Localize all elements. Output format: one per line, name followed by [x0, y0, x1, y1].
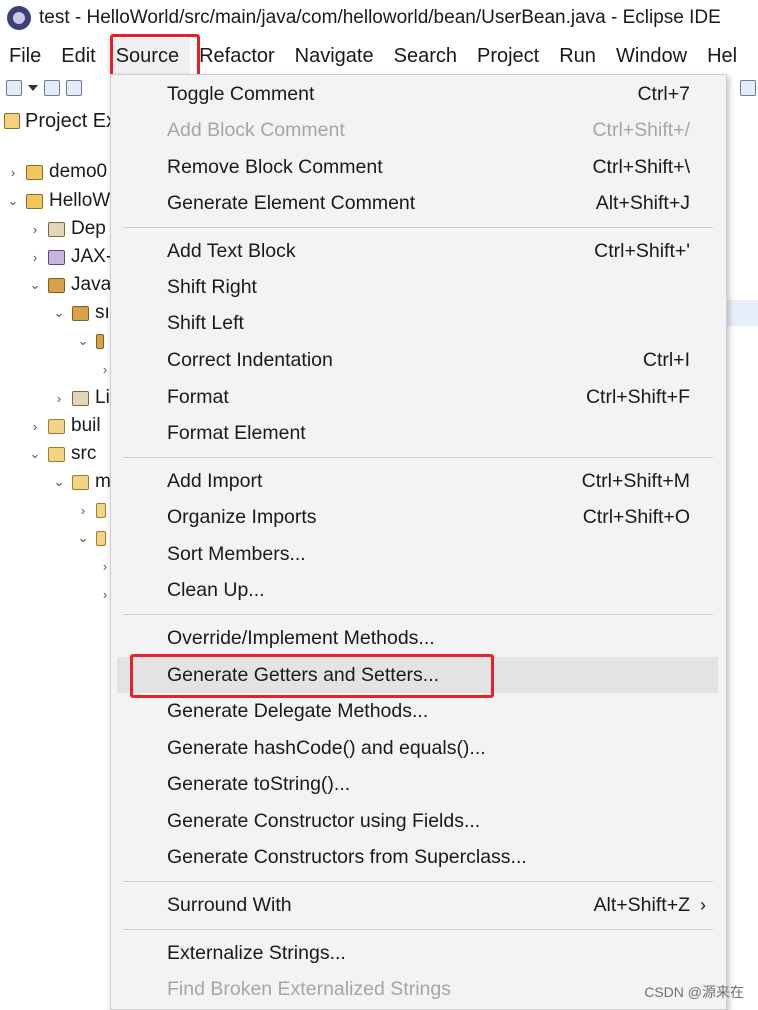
menu-item-find-broken-externalized-strings[interactable]: Find Broken Externalized Strings	[111, 971, 726, 1007]
tree-item[interactable]: › buil	[28, 412, 101, 440]
menu-item-generate-tostring[interactable]: Generate toString()...	[111, 766, 726, 802]
getters-setters-highlight	[130, 654, 494, 698]
menu-edit[interactable]: Edit	[52, 38, 106, 74]
tree-item[interactable]: ⌄	[76, 524, 112, 552]
eclipse-icon	[7, 6, 31, 30]
save-icon[interactable]	[44, 80, 60, 96]
chevron-right-icon[interactable]: ›	[100, 587, 110, 602]
menu-item-generate-constructors-superclass[interactable]: Generate Constructors from Superclass...	[111, 839, 726, 875]
menu-item-override-implement-methods[interactable]: Override/Implement Methods...	[111, 620, 726, 656]
menu-help[interactable]: Hel	[698, 38, 748, 74]
chevron-down-icon[interactable]: ⌄	[52, 305, 66, 321]
menu-item-correct-indentation[interactable]: Correct Indentation Ctrl+I	[111, 342, 726, 378]
tree-item[interactable]: › demo0	[6, 158, 107, 186]
project-explorer-icon	[4, 113, 20, 129]
tree-item[interactable]: ⌄ src	[28, 440, 97, 468]
menu-item-shift-left[interactable]: Shift Left	[111, 305, 726, 341]
watermark: CSDN @源来在	[644, 984, 744, 1000]
tree-item[interactable]: ⌄	[76, 327, 110, 355]
java-resources-icon	[48, 277, 65, 293]
menu-window[interactable]: Window	[607, 38, 698, 74]
menu-item-toggle-comment[interactable]: Toggle Comment Ctrl+7	[111, 76, 726, 112]
menu-item-organize-imports[interactable]: Organize Imports Ctrl+Shift+O	[111, 499, 726, 535]
menu-item-format[interactable]: Format Ctrl+Shift+F	[111, 379, 726, 415]
chevron-right-icon[interactable]: ›	[28, 250, 42, 265]
project-icon	[26, 193, 43, 209]
menu-item-remove-block-comment[interactable]: Remove Block Comment Ctrl+Shift+\	[111, 149, 726, 185]
folder-icon	[48, 418, 65, 434]
window-title: test - HelloWorld/src/main/java/com/hell…	[39, 7, 721, 28]
menu-separator	[123, 881, 713, 882]
chevron-right-icon[interactable]: ›	[76, 503, 90, 518]
toolbar	[0, 76, 126, 100]
folder-open-icon	[72, 474, 89, 490]
menu-item-sort-members[interactable]: Sort Members...	[111, 536, 726, 572]
tree-item[interactable]: › Li	[52, 384, 110, 412]
tree-item[interactable]: › JAX-	[28, 243, 112, 271]
tree-item[interactable]: ⌄ HelloW	[6, 187, 111, 215]
chevron-down-icon[interactable]: ⌄	[76, 333, 90, 349]
menu-file[interactable]: File	[0, 38, 52, 74]
menu-item-add-text-block[interactable]: Add Text Block Ctrl+Shift+'	[111, 233, 726, 269]
editor-current-line	[724, 300, 758, 326]
menu-run[interactable]: Run	[550, 38, 607, 74]
perspective-icon[interactable]	[740, 80, 756, 96]
menu-item-generate-constructor-fields[interactable]: Generate Constructor using Fields...	[111, 803, 726, 839]
library-icon	[72, 390, 89, 406]
tree-item[interactable]: ⌄ sı	[52, 299, 110, 327]
chevron-right-icon[interactable]: ›	[52, 391, 66, 406]
folder-icon	[96, 502, 106, 518]
chevron-right-icon[interactable]: ›	[100, 559, 110, 574]
project-icon	[26, 164, 43, 180]
tree-item[interactable]: ⌄ Java	[28, 271, 112, 299]
menu-item-add-import[interactable]: Add Import Ctrl+Shift+M	[111, 463, 726, 499]
chevron-right-icon[interactable]: ›	[28, 419, 42, 434]
chevron-down-icon[interactable]: ⌄	[6, 193, 20, 209]
chevron-down-icon[interactable]: ⌄	[28, 446, 42, 462]
menu-separator	[123, 227, 713, 228]
chevron-right-icon[interactable]: ›	[100, 362, 110, 377]
menu-item-add-block-comment[interactable]: Add Block Comment Ctrl+Shift+/	[111, 112, 726, 148]
title-bar: test - HelloWorld/src/main/java/com/hell…	[0, 0, 758, 36]
menu-separator	[123, 929, 713, 930]
folder-open-icon	[48, 446, 65, 462]
menu-search[interactable]: Search	[385, 38, 468, 74]
chevron-down-icon[interactable]: ⌄	[28, 277, 42, 293]
chevron-down-icon[interactable]: ⌄	[52, 474, 66, 490]
menu-refactor[interactable]: Refactor	[190, 38, 286, 74]
source-menu: Toggle Comment Ctrl+7 Add Block Comment Ct…	[110, 74, 727, 1010]
deployment-icon	[48, 221, 65, 237]
submenu-arrow-icon: ›	[700, 894, 706, 915]
menu-navigate[interactable]: Navigate	[286, 38, 385, 74]
chevron-down-icon[interactable]: ⌄	[76, 530, 90, 546]
menu-item-generate-element-comment[interactable]: Generate Element Comment Alt+Shift+J	[111, 185, 726, 221]
folder-open-icon	[96, 530, 106, 546]
menu-item-clean-up[interactable]: Clean Up...	[111, 572, 726, 608]
project-explorer-title: Project Ex	[25, 109, 117, 132]
save-all-icon[interactable]	[66, 80, 82, 96]
menu-project[interactable]: Project	[468, 38, 550, 74]
tree-item[interactable]: › Dep	[28, 215, 106, 243]
chevron-right-icon[interactable]: ›	[6, 165, 20, 180]
dropdown-caret-icon[interactable]	[28, 85, 38, 91]
tree-item[interactable]: ›	[76, 496, 112, 524]
menu-item-shift-right[interactable]: Shift Right	[111, 269, 726, 305]
chevron-right-icon[interactable]: ›	[28, 222, 42, 237]
menu-item-format-element[interactable]: Format Element	[111, 415, 726, 451]
tree-item[interactable]: ⌄ m	[52, 468, 111, 496]
menu-item-externalize-strings[interactable]: Externalize Strings...	[111, 935, 726, 971]
menu-separator	[123, 614, 713, 615]
menu-item-surround-with[interactable]: Surround With Alt+Shift+Z ›	[111, 887, 726, 923]
jax-icon	[48, 249, 65, 265]
project-explorer-tab[interactable]: Project Ex	[0, 106, 116, 136]
menu-item-generate-hashcode-equals[interactable]: Generate hashCode() and equals()...	[111, 730, 726, 766]
new-icon[interactable]	[6, 80, 22, 96]
menu-item-generate-delegate-methods[interactable]: Generate Delegate Methods...	[111, 693, 726, 729]
menu-separator	[123, 457, 713, 458]
package-icon	[96, 333, 104, 349]
source-folder-icon	[72, 305, 89, 321]
